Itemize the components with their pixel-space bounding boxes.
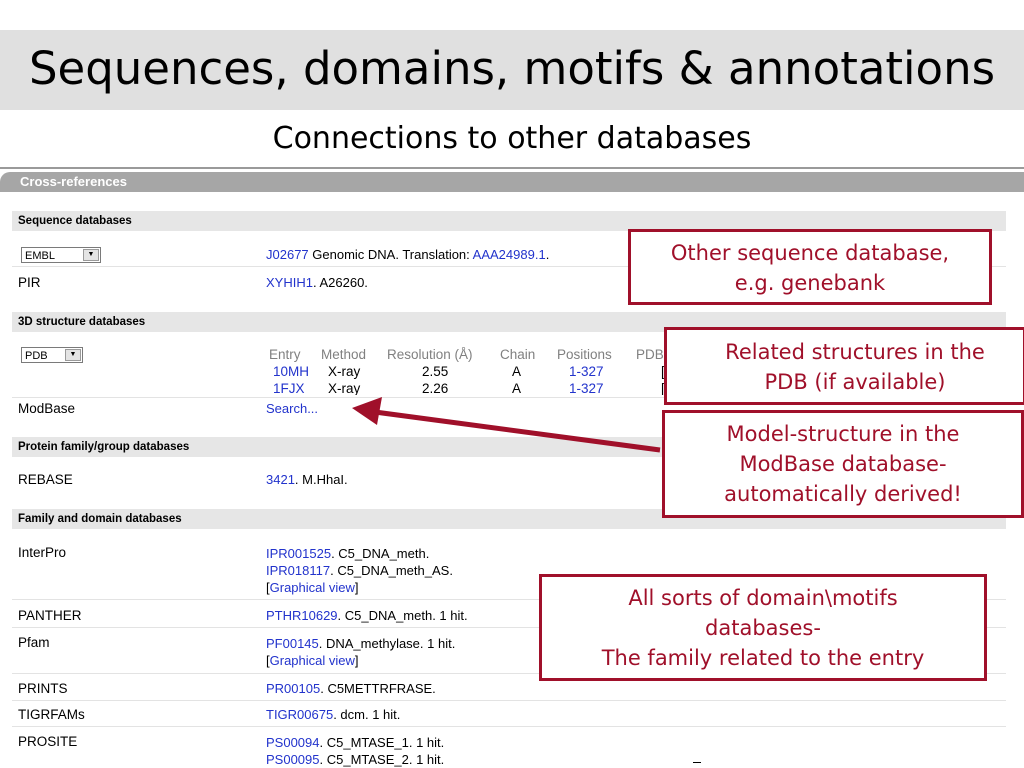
callout-line: The family related to the entry xyxy=(601,646,925,670)
callout-line: Related structures in the xyxy=(725,340,985,364)
callout-line: ModBase database- xyxy=(739,452,947,476)
callout-line: Model-structure in the xyxy=(726,422,960,446)
callout-pdb-structures: Related structures in the PDB (if availa… xyxy=(664,327,1024,405)
callout-line: PDB (if available) xyxy=(764,370,946,394)
callout-line: automatically derived! xyxy=(724,482,962,506)
callout-line: All sorts of domain\motifs xyxy=(628,586,898,610)
callout-line: Other sequence database, xyxy=(670,241,950,265)
divider xyxy=(693,762,701,763)
callout-domain-motifs: All sorts of domain\motifs databases- Th… xyxy=(539,574,987,681)
callout-line: e.g. genebank xyxy=(734,271,886,295)
callout-modbase: Model-structure in the ModBase database-… xyxy=(662,410,1024,518)
callout-sequence-database: Other sequence database, e.g. genebank xyxy=(628,229,992,305)
callout-line: databases- xyxy=(705,616,821,640)
